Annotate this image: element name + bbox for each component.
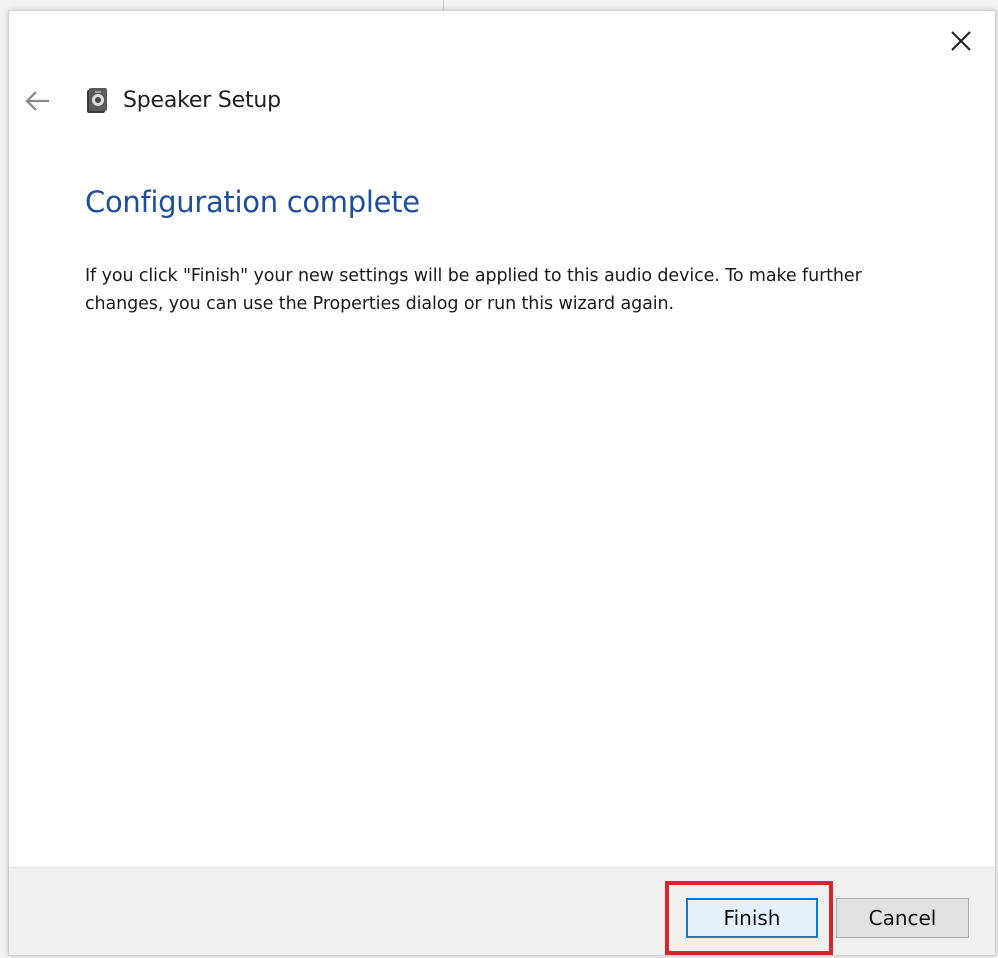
back-arrow-icon	[25, 91, 49, 111]
wizard-header: Speaker Setup	[9, 83, 995, 119]
speaker-icon	[85, 87, 109, 115]
wizard-title: Speaker Setup	[123, 88, 281, 113]
dialog-footer: Finish Cancel	[9, 867, 995, 955]
speaker-setup-dialog: Speaker Setup Configuration complete If …	[8, 10, 996, 956]
close-button[interactable]	[945, 25, 977, 57]
cancel-button[interactable]: Cancel	[836, 898, 969, 938]
page-heading: Configuration complete	[85, 185, 420, 219]
back-button[interactable]	[23, 87, 53, 115]
background-divider	[443, 0, 444, 10]
close-icon	[951, 31, 971, 51]
finish-button[interactable]: Finish	[686, 898, 818, 938]
instructions-text: If you click "Finish" your new settings …	[85, 266, 862, 314]
